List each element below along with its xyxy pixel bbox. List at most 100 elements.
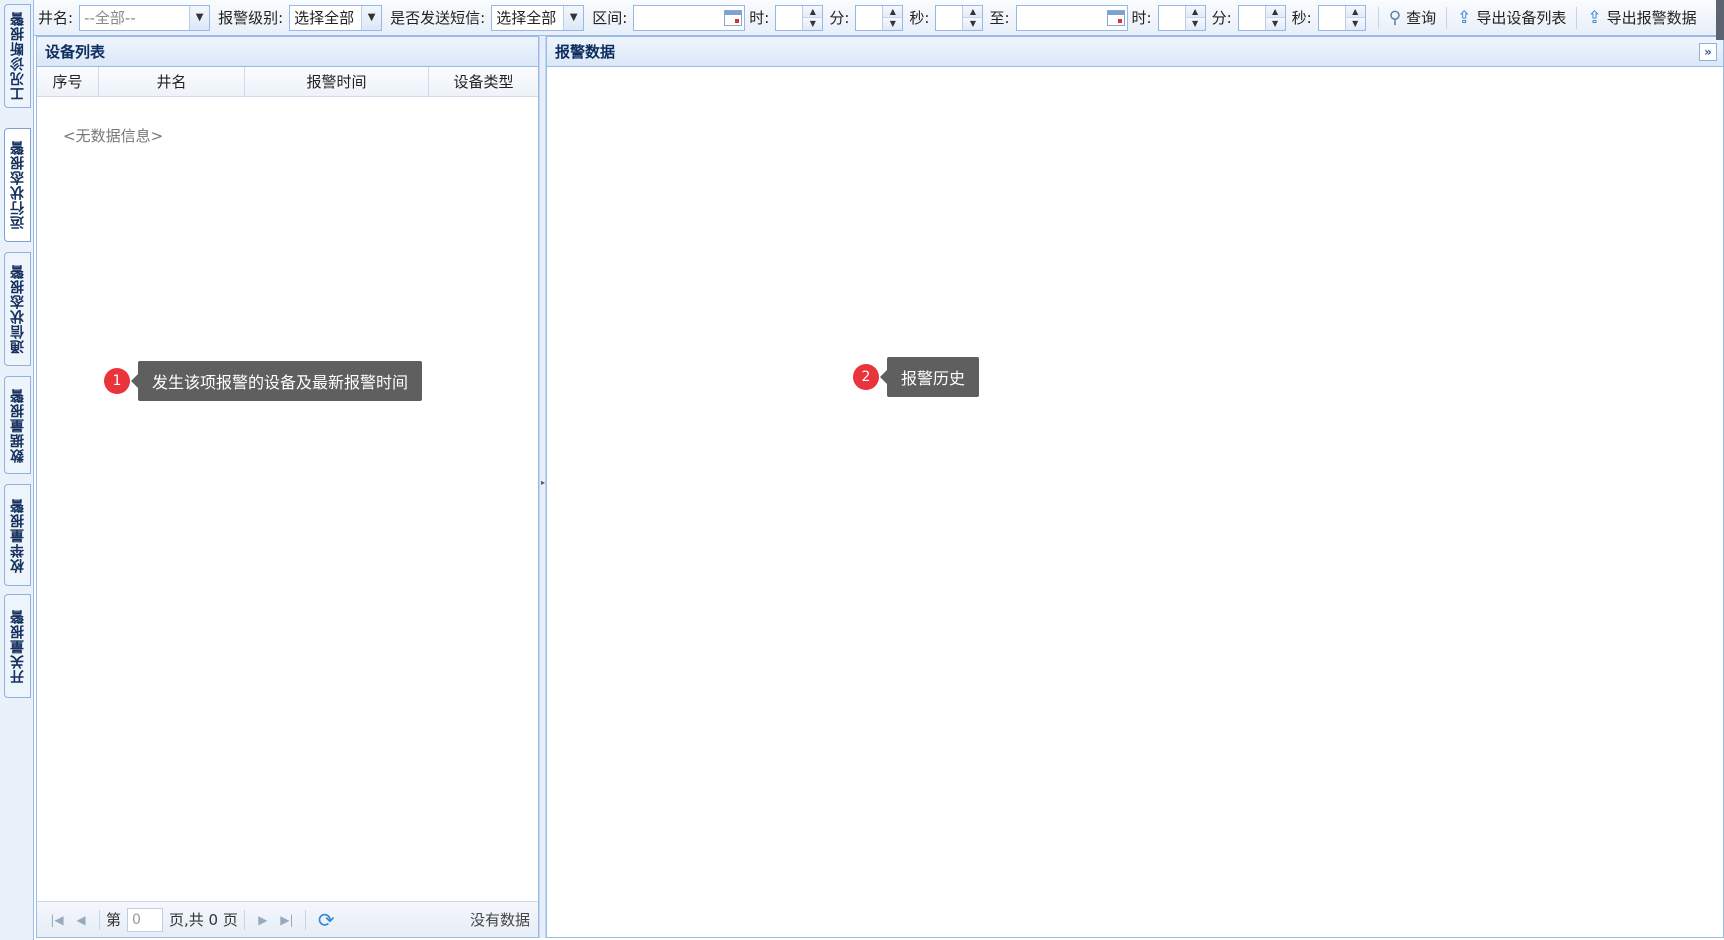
sms-value: 选择全部: [496, 9, 557, 27]
export-devices-label: 导出设备列表: [1476, 9, 1567, 27]
pager-divider: [243, 909, 245, 930]
end-hour-label: 时:: [1131, 9, 1152, 27]
pager-status: 没有数据: [469, 911, 530, 929]
side-tab-label: 开关量报警: [9, 608, 26, 684]
end-second-label: 秒:: [1291, 9, 1312, 27]
export-icon: ⇪: [1587, 7, 1602, 28]
export-devices-button[interactable]: ⇪ 导出设备列表: [1453, 7, 1570, 28]
page-prefix: 第: [106, 911, 122, 929]
spinner-up-icon[interactable]: ▲: [1185, 5, 1205, 18]
next-page-icon[interactable]: ▶: [251, 913, 275, 927]
query-label: 查询: [1406, 9, 1437, 27]
alarm-data-title: 报警数据: [555, 43, 616, 61]
spinner-up-icon[interactable]: ▲: [803, 5, 823, 18]
start-hour-label: 时:: [749, 9, 770, 27]
start-date-input[interactable]: [633, 4, 746, 31]
alarm-level-combobox[interactable]: 选择全部 ▼: [289, 4, 383, 31]
export-alarms-button[interactable]: ⇪ 导出报警数据: [1583, 7, 1700, 28]
side-tab-condition-diagnosis[interactable]: 工况诊断报警: [4, 4, 31, 108]
chevron-down-icon[interactable]: ▼: [361, 5, 382, 30]
pagination-bar: |◀ ◀ 第 0 页,共 0 页 ▶ ▶| ⟳ 没有数据: [37, 901, 538, 937]
spinner-up-icon[interactable]: ▲: [963, 5, 983, 18]
device-list-header: 设备列表: [37, 37, 538, 67]
page-number-input[interactable]: 0: [127, 907, 164, 932]
spinner-up-icon[interactable]: ▲: [1345, 5, 1365, 18]
side-tab-label: 通信状态报警: [9, 264, 26, 354]
column-header-index[interactable]: 序号: [37, 67, 99, 96]
start-second-spinner[interactable]: ▲ ▼: [935, 4, 984, 31]
side-tab-running-status[interactable]: 运行状态报警: [4, 128, 31, 242]
side-tab-data-quantity[interactable]: 数据量报警: [4, 376, 31, 474]
prev-page-icon[interactable]: ◀: [69, 913, 93, 927]
side-tab-enum-quantity[interactable]: 枚举量报警: [4, 484, 31, 586]
callout-tooltip: 发生该项报警的设备及最新报警时间: [130, 361, 423, 401]
end-date-input[interactable]: [1015, 4, 1128, 31]
alarm-level-value: 选择全部: [294, 9, 355, 27]
panel-splitter[interactable]: ▸: [539, 36, 546, 938]
alarm-data-panel: 报警数据 »: [546, 36, 1724, 938]
search-icon: ⚲: [1388, 7, 1402, 28]
refresh-icon[interactable]: ⟳: [312, 908, 341, 932]
toolbar-divider: [1576, 6, 1578, 29]
device-list-panel: 设备列表 序号 井名 报警时间 设备类型 <无数据信息> |◀ ◀ 第 0 页,…: [36, 36, 539, 938]
side-tab-bar: 工况诊断报警 运行状态报警 通信状态报警 数据量报警 枚举量报警 开关量报警: [0, 0, 34, 940]
callout-tooltip: 报警历史: [879, 357, 980, 397]
collapse-arrow-icon[interactable]: ▸: [541, 478, 545, 487]
range-label: 区间:: [592, 9, 628, 27]
window-edge: [1716, 0, 1724, 40]
start-hour-spinner[interactable]: ▲ ▼: [775, 4, 824, 31]
pager-divider: [304, 909, 306, 930]
callout-alarm-history: 2 报警历史: [853, 357, 980, 397]
empty-message: <无数据信息>: [63, 127, 164, 145]
chevron-down-icon[interactable]: ▼: [189, 5, 210, 30]
sms-label: 是否发送短信:: [390, 9, 486, 27]
end-second-spinner[interactable]: ▲ ▼: [1317, 4, 1366, 31]
callout-number-badge: 2: [853, 364, 879, 390]
column-header-alarm-time[interactable]: 报警时间: [245, 67, 429, 96]
well-name-value: --全部--: [84, 9, 136, 27]
export-icon: ⇪: [1457, 7, 1472, 28]
first-page-icon[interactable]: |◀: [45, 913, 69, 927]
callout-device-list: 1 发生该项报警的设备及最新报警时间: [104, 361, 423, 401]
chevron-down-icon[interactable]: ▼: [563, 5, 584, 30]
calendar-icon[interactable]: [724, 9, 743, 26]
side-tab-switch-quantity[interactable]: 开关量报警: [4, 594, 31, 698]
filter-toolbar: 井名: --全部-- ▼ 报警级别: 选择全部 ▼ 是否发送短信: 选择全部 ▼…: [34, 0, 1724, 36]
to-label: 至:: [989, 9, 1010, 27]
calendar-icon[interactable]: [1106, 9, 1125, 26]
column-header-well-name[interactable]: 井名: [99, 67, 245, 96]
callout-number-badge: 1: [104, 368, 130, 394]
side-tab-label: 数据量报警: [9, 387, 26, 463]
side-tab-label: 运行状态报警: [9, 140, 26, 230]
toolbar-divider: [1446, 6, 1448, 29]
spinner-down-icon[interactable]: ▼: [1185, 18, 1205, 30]
toolbar-divider: [1377, 6, 1379, 29]
spinner-up-icon[interactable]: ▲: [1265, 5, 1285, 18]
spinner-down-icon[interactable]: ▼: [883, 18, 903, 30]
pager-divider: [99, 909, 100, 930]
start-second-label: 秒:: [909, 9, 930, 27]
start-minute-spinner[interactable]: ▲ ▼: [855, 4, 904, 31]
spinner-down-icon[interactable]: ▼: [1265, 18, 1285, 30]
spinner-down-icon[interactable]: ▼: [1345, 18, 1365, 30]
end-hour-spinner[interactable]: ▲ ▼: [1157, 4, 1206, 31]
side-tab-label: 工况诊断报警: [9, 11, 26, 101]
alarm-data-header: 报警数据 »: [547, 37, 1723, 67]
spinner-down-icon[interactable]: ▼: [803, 18, 823, 30]
end-minute-label: 分:: [1211, 9, 1232, 27]
end-minute-spinner[interactable]: ▲ ▼: [1237, 4, 1286, 31]
side-tab-communication-status[interactable]: 通信状态报警: [4, 252, 31, 366]
page-suffix: 页,共 0 页: [169, 911, 238, 929]
export-alarms-label: 导出报警数据: [1606, 9, 1697, 27]
last-page-icon[interactable]: ▶|: [275, 913, 299, 927]
spinner-up-icon[interactable]: ▲: [883, 5, 903, 18]
query-button[interactable]: ⚲ 查询: [1385, 7, 1440, 28]
alarm-level-label: 报警级别:: [218, 9, 284, 27]
column-header-device-type[interactable]: 设备类型: [429, 67, 538, 96]
well-name-combobox[interactable]: --全部-- ▼: [79, 4, 211, 31]
expand-panel-icon[interactable]: »: [1699, 43, 1717, 61]
start-minute-label: 分:: [829, 9, 850, 27]
spinner-down-icon[interactable]: ▼: [963, 18, 983, 30]
sms-combobox[interactable]: 选择全部 ▼: [491, 4, 585, 31]
well-name-label: 井名:: [38, 9, 74, 27]
